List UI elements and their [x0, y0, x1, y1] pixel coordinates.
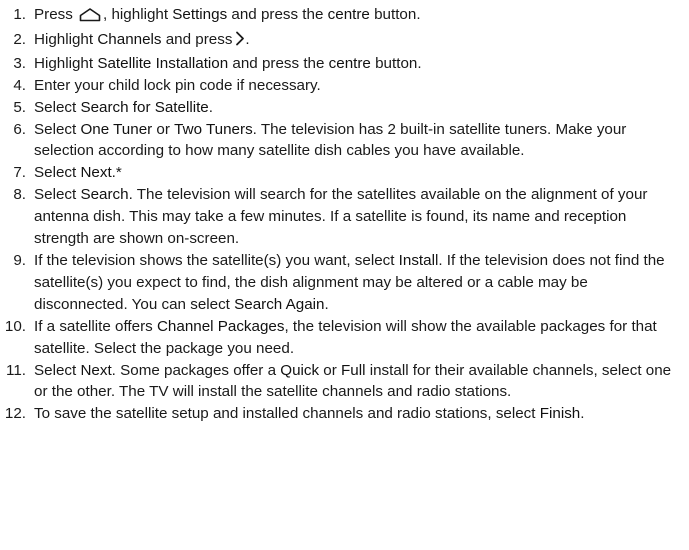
step-text: To save the satellite setup and installe…: [34, 405, 540, 423]
step-item: 4. Enter your child lock pin code if nece…: [4, 75, 681, 97]
step-text: Select: [34, 120, 81, 138]
step-text: .: [245, 30, 250, 48]
menu-term: One Tuner: [80, 120, 153, 138]
step-text: and press the: [227, 6, 328, 23]
menu-term: Satellite Installation: [97, 54, 229, 72]
step-text: or: [319, 361, 342, 379]
step-item: 8. Select Search. The television will sea…: [4, 184, 681, 250]
menu-term: Search Again: [234, 295, 325, 313]
step-number: 7.: [13, 164, 26, 182]
step-text: Enter your child lock pin code if necess…: [34, 76, 321, 94]
step-item: 9. If the television shows the satellite(…: [4, 250, 681, 316]
step-text: Press: [34, 6, 78, 23]
step-item: 6. Select One Tuner or Two Tuners. The te…: [4, 119, 681, 163]
menu-term: Settings: [172, 6, 228, 23]
step-number: 10.: [4, 317, 26, 335]
step-item: 10. If a satellite offers Channel Package…: [4, 316, 681, 360]
menu-term: Search: [80, 186, 129, 204]
step-number: 3.: [13, 54, 26, 72]
step-number: 11.: [6, 361, 26, 379]
step-item: 3. Highlight Satellite Installation and p…: [4, 53, 681, 75]
menu-term: Quick: [280, 361, 320, 379]
step-text: Select: [34, 361, 81, 379]
step-text: .: [208, 98, 213, 116]
step-number: 8.: [13, 186, 26, 204]
menu-term: Full: [341, 361, 366, 379]
menu-term: centre: [328, 54, 371, 72]
menu-term: centre: [327, 6, 370, 23]
step-number: 4.: [13, 76, 26, 94]
step-text: and press the: [228, 54, 329, 72]
step-number: 1.: [13, 6, 26, 23]
step-number: 6.: [13, 120, 26, 138]
step-text: .: [580, 405, 585, 423]
step-text: . Some packages offer a: [111, 361, 281, 379]
step-text: Select: [34, 164, 81, 182]
menu-term: Two Tuners: [174, 120, 253, 138]
home-icon: [79, 7, 101, 29]
menu-term: Instal: [398, 251, 435, 269]
step-text: button.: [370, 54, 422, 72]
instructions-page: 1. Press , highlight Settings and press t…: [0, 0, 689, 550]
step-number: 2.: [13, 30, 26, 48]
menu-term: Channels: [97, 30, 162, 48]
step-item: 2. Highlight Channels and press.: [4, 29, 681, 53]
step-number: 12.: [4, 405, 26, 423]
chevron-right-icon: [235, 31, 245, 53]
menu-term: Next: [80, 164, 112, 182]
menu-term: Search for Satellite: [80, 98, 209, 116]
step-item: 11. Select Next. Some packages offer a Qu…: [4, 360, 681, 404]
step-text: button.: [369, 6, 421, 23]
step-number: 5.: [13, 98, 26, 116]
step-text: Highlight: [34, 30, 98, 48]
step-text: .: [324, 295, 329, 313]
step-item: 7. Select Next.*: [4, 162, 681, 184]
steps-list: 1. Press , highlight Settings and press t…: [4, 4, 681, 425]
step-text: Select: [34, 186, 81, 204]
step-text: or: [152, 120, 175, 138]
step-number: 9.: [13, 251, 26, 269]
menu-term: Next: [80, 361, 112, 379]
step-item: 12. To save the satellite setup and insta…: [4, 403, 681, 425]
step-text: .*: [111, 164, 122, 182]
step-item: 5. Select Search for Satellite.: [4, 97, 681, 119]
step-text: Select: [34, 98, 81, 116]
step-text: If the television shows the satellite(s)…: [34, 251, 399, 269]
step-text: If a satellite offers: [34, 317, 157, 335]
step-text: and press: [161, 30, 233, 48]
menu-term: Finish: [539, 405, 581, 423]
step-text: , highlight: [103, 6, 173, 23]
menu-term: Channel Packages: [156, 317, 285, 335]
step-item: 1. Press , highlight Settings and press t…: [4, 4, 681, 29]
step-text: Highlight: [34, 54, 98, 72]
